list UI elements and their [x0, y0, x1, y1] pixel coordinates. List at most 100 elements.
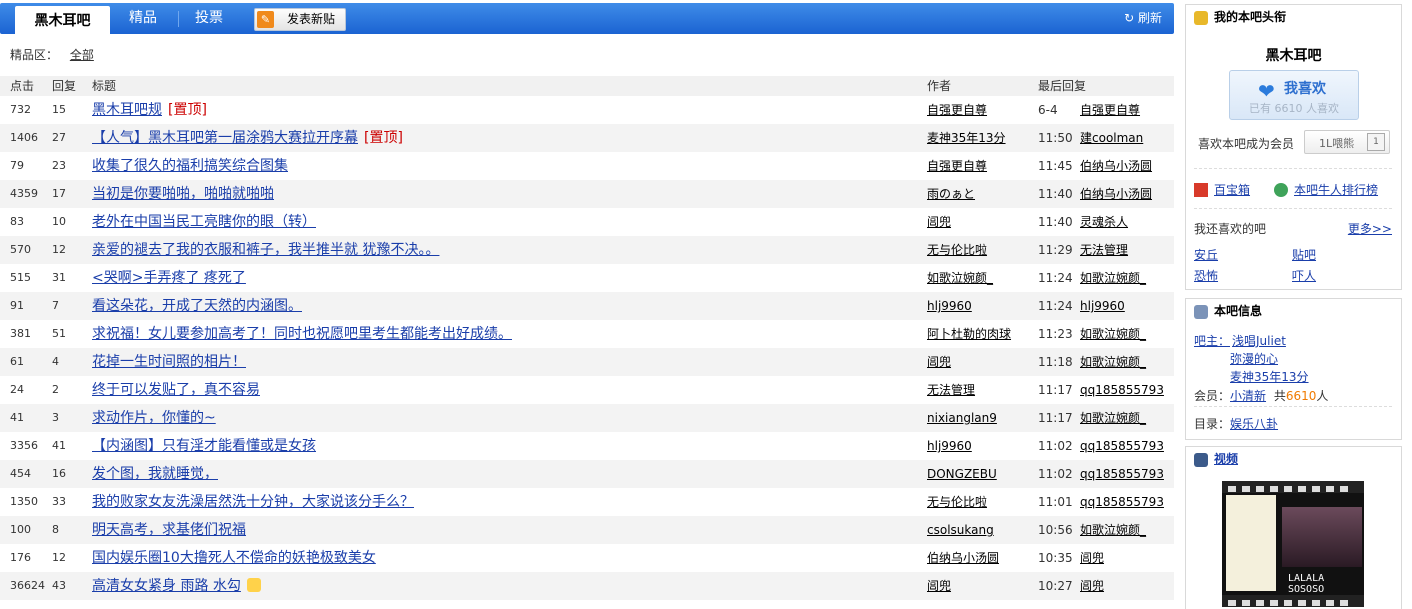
- click-count: 1350: [10, 495, 38, 508]
- level-button[interactable]: 1L喂熊 1: [1304, 130, 1390, 154]
- reply-count: 7: [52, 299, 59, 312]
- last-replier-link[interactable]: 如歌泣婉颜_: [1080, 404, 1146, 432]
- owner-link[interactable]: 弥漫的心: [1230, 352, 1278, 366]
- last-replier-link[interactable]: qq185855793: [1080, 432, 1164, 460]
- last-replier-link[interactable]: qq185855793: [1080, 376, 1164, 404]
- table-row: 61 4 花掉一生时间照的相片！ 阊兜 11:18 如歌泣婉颜_: [0, 348, 1174, 376]
- last-replier-link[interactable]: 如歌泣婉颜_: [1080, 348, 1146, 376]
- author-link[interactable]: 伯纳乌小汤圆: [927, 544, 999, 572]
- thread-list-panel: 黑木耳吧 精品 投票 ✎ 发表新贴 ↻ 刷新 精品区： 全部 点击 回复 标题 …: [0, 0, 1176, 608]
- filter-all-link[interactable]: 全部: [70, 48, 94, 62]
- reply-count: 10: [52, 215, 66, 228]
- last-replier-link[interactable]: 无法管理: [1080, 236, 1128, 264]
- tab-featured[interactable]: 精品: [129, 3, 157, 34]
- author-link[interactable]: 自强更自尊: [927, 96, 987, 124]
- members-name-link[interactable]: 小清新: [1230, 389, 1266, 403]
- last-replier-link[interactable]: qq185855793: [1080, 460, 1164, 488]
- author-link[interactable]: csolsukang: [927, 516, 994, 544]
- owner-link[interactable]: 浅唱Juliet: [1232, 334, 1286, 348]
- video-heading-link[interactable]: 视频: [1214, 452, 1238, 466]
- thread-title-link[interactable]: 收集了很久的福利搞笑综合图集: [92, 158, 288, 174]
- last-reply-time: 11:29: [1038, 243, 1073, 257]
- author-link[interactable]: 阿卜杜勒的肉球: [927, 320, 1011, 348]
- thread-title-link[interactable]: 明天高考，求基佬们祝福: [92, 522, 246, 538]
- last-replier-link[interactable]: 伯纳乌小汤圆: [1080, 180, 1152, 208]
- last-replier-link[interactable]: 如歌泣婉颜_: [1080, 320, 1146, 348]
- tab-forum-home[interactable]: 黑木耳吧: [15, 6, 110, 34]
- thread-title-link[interactable]: 黑木耳吧规: [92, 102, 162, 118]
- ranking-link[interactable]: 本吧牛人排行榜: [1274, 181, 1378, 198]
- reply-count: 33: [52, 495, 66, 508]
- last-replier-link[interactable]: 伯纳乌小汤圆: [1080, 152, 1152, 180]
- author-link[interactable]: hlj9960: [927, 432, 972, 460]
- last-replier-link[interactable]: 阊兜: [1080, 572, 1104, 600]
- click-count: 24: [10, 383, 24, 396]
- thread-title-link[interactable]: 求动作片，你懂的~: [92, 410, 216, 426]
- user-icon: [1274, 183, 1288, 197]
- like-button[interactable]: ❤ 我喜欢 已有 6610 人喜欢: [1229, 70, 1359, 120]
- tab-vote[interactable]: 投票: [195, 3, 223, 34]
- thread-title-link[interactable]: 亲爱的褪去了我的衣服和裤子，我半推半就 犹豫不决。。: [92, 242, 439, 258]
- members-label: 会员：: [1194, 389, 1231, 403]
- author-link[interactable]: 无法管理: [927, 376, 975, 404]
- new-post-button[interactable]: ✎ 发表新贴: [254, 8, 346, 31]
- author-link[interactable]: 自强更自尊: [927, 152, 987, 180]
- thread-title-link[interactable]: 高清女女紧身 雨路 水勾: [92, 578, 241, 594]
- author-link[interactable]: nixianglan9: [927, 404, 997, 432]
- author-link[interactable]: 雨のぁと: [927, 180, 975, 208]
- author-link[interactable]: 无与伦比啦: [927, 236, 987, 264]
- last-replier-link[interactable]: hlj9960: [1080, 292, 1125, 320]
- thread-title-link[interactable]: 老外在中国当民工亮瞎你的眼（转）: [92, 214, 316, 230]
- thread-title-cell: <哭啊>手弄疼了 疼死了: [92, 264, 246, 292]
- author-link[interactable]: 阊兜: [927, 572, 951, 600]
- treasure-box-link[interactable]: 百宝箱: [1194, 181, 1250, 198]
- thread-title-link[interactable]: 我的败家女友洗澡居然洗十分钟，大家说该分手么？: [92, 494, 414, 510]
- last-reply-time: 11:24: [1038, 299, 1073, 313]
- author-link[interactable]: 阊兜: [927, 208, 951, 236]
- tab-divider: [178, 11, 179, 27]
- forum-link[interactable]: 恐怖: [1194, 267, 1218, 284]
- author-link[interactable]: DONGZEBU: [927, 460, 997, 488]
- sticky-badge: [置顶]: [168, 102, 207, 118]
- last-replier-link[interactable]: 灵魂杀人: [1080, 208, 1128, 236]
- thread-title-link[interactable]: 花掉一生时间照的相片！: [92, 354, 246, 370]
- thread-title-link[interactable]: 【内涵图】只有淫才能看懂或是女孩: [92, 438, 316, 454]
- video-box: 视频 LALALA SOSOSO: [1185, 446, 1402, 609]
- forum-link[interactable]: 贴吧: [1292, 246, 1316, 263]
- author-link[interactable]: 无与伦比啦: [927, 488, 987, 516]
- last-replier-link[interactable]: 阊兜: [1080, 544, 1104, 572]
- ranking-label[interactable]: 本吧牛人排行榜: [1294, 183, 1378, 197]
- thread-title-link[interactable]: <哭啊>手弄疼了 疼死了: [92, 270, 246, 286]
- last-replier-link[interactable]: 如歌泣婉颜_: [1080, 516, 1146, 544]
- last-replier-link[interactable]: 自强更自尊: [1080, 96, 1140, 124]
- thread-title-link[interactable]: 发个图，我就睡觉，: [92, 466, 218, 482]
- my-title-box: 我的本吧头衔 黑木耳吧 ❤ 我喜欢 已有 6610 人喜欢 喜欢本吧成为会员 1…: [1185, 4, 1402, 290]
- reply-count: 3: [52, 411, 59, 424]
- last-replier-link[interactable]: 建coolman: [1080, 124, 1143, 152]
- author-link[interactable]: 麦神35年13分: [927, 124, 1006, 152]
- author-link[interactable]: 阊兜: [927, 348, 951, 376]
- owner-link[interactable]: 麦神35年13分: [1230, 370, 1309, 384]
- thread-title-link[interactable]: 求祝福！女儿要参加高考了！同时也祝愿吧里考生都能考出好成绩。: [92, 326, 512, 342]
- thread-title-link[interactable]: 当初是你要啪啪，啪啪就啪啪: [92, 186, 274, 202]
- last-replier-link[interactable]: qq185855793: [1080, 488, 1164, 516]
- author-link[interactable]: 如歌泣婉颜_: [927, 264, 993, 292]
- thread-title-link[interactable]: 国内娱乐圈10大撸死人不偿命的妖艳极致美女: [92, 550, 376, 566]
- forum-link[interactable]: 吓人: [1292, 267, 1316, 284]
- last-reply-time: 11:50: [1038, 131, 1073, 145]
- thread-title-link[interactable]: 看这朵花，开成了天然的内涵图。: [92, 298, 302, 314]
- thread-title-link[interactable]: 终于可以发贴了，真不容易: [92, 382, 260, 398]
- video-thumbnail[interactable]: LALALA SOSOSO: [1222, 481, 1364, 607]
- refresh-button[interactable]: ↻ 刷新: [1124, 3, 1162, 34]
- last-replier-link[interactable]: 如歌泣婉颜_: [1080, 264, 1146, 292]
- thread-title-link[interactable]: 【人气】黑木耳吧第一届涂鸦大赛拉开序幕: [92, 130, 358, 146]
- table-row: 3356 41 【内涵图】只有淫才能看懂或是女孩 hlj9960 11:02 qq1858…: [0, 432, 1174, 460]
- thread-rows: 732 15 黑木耳吧规 [置顶] 自强更自尊 6-4 自强更自尊 1406 27 【人气】黑木耳…: [0, 96, 1174, 600]
- more-link[interactable]: 更多>>: [1348, 220, 1392, 237]
- treasure-box-label[interactable]: 百宝箱: [1214, 183, 1250, 197]
- last-reply-time: 11:02: [1038, 467, 1073, 481]
- directory-link[interactable]: 娱乐八卦: [1230, 417, 1278, 431]
- forum-link[interactable]: 安丘: [1194, 246, 1218, 263]
- owners-label[interactable]: 吧主：: [1194, 334, 1230, 348]
- author-link[interactable]: hlj9960: [927, 292, 972, 320]
